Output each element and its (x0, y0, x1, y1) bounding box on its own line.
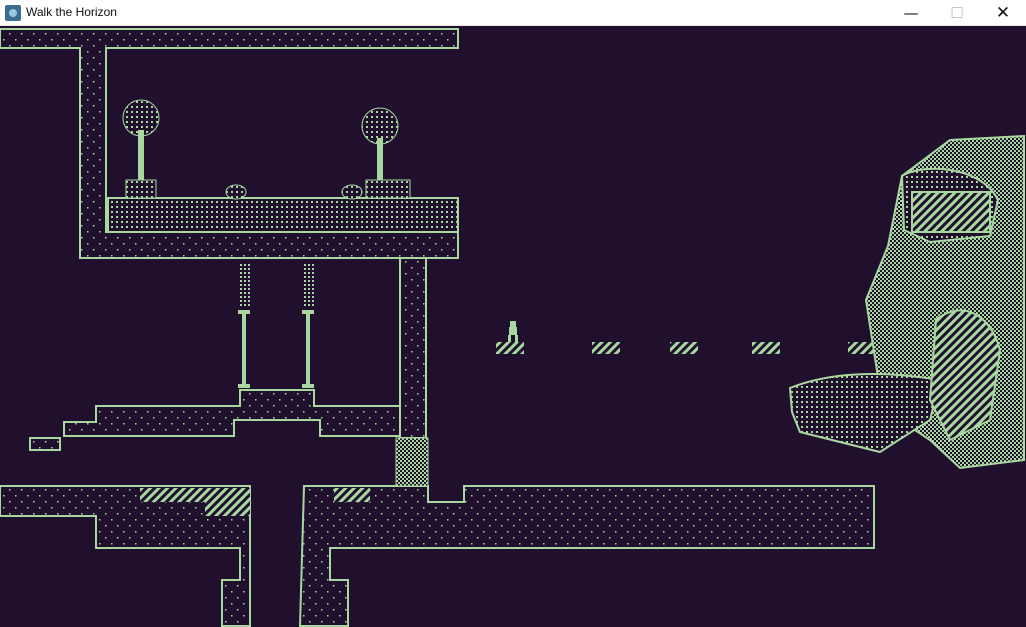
minimize-button[interactable]: — (888, 0, 934, 26)
platform-4 (752, 342, 780, 354)
game-scene (0, 28, 1025, 627)
game-window: Walk the Horizon — ☐ ✕ (0, 0, 1026, 627)
player-character (508, 321, 518, 342)
platform-5 (848, 342, 876, 354)
stairs-mid (63, 389, 401, 437)
platform-1 (496, 342, 524, 354)
hatched-tile-a (140, 488, 250, 502)
floor-right (298, 485, 875, 627)
checkered-door (395, 437, 429, 487)
support-wall (399, 257, 427, 439)
minimize-icon: — (903, 4, 919, 22)
title-bar[interactable]: Walk the Horizon — ☐ ✕ (0, 0, 1026, 26)
platform-3 (670, 342, 698, 354)
shrub-left (225, 184, 247, 200)
pillar-right (302, 262, 314, 388)
stair-left (29, 437, 61, 451)
game-viewport[interactable] (0, 26, 1026, 627)
pillar-left (238, 262, 250, 388)
hatched-tile-c (334, 488, 370, 502)
tree-left (122, 99, 160, 199)
app-icon (5, 5, 21, 21)
close-icon: ✕ (995, 3, 1011, 23)
maximize-button[interactable]: ☐ (934, 0, 980, 26)
maximize-icon: ☐ (950, 4, 964, 22)
giant-knight-statue (788, 134, 1025, 470)
floating-platforms (496, 342, 876, 354)
close-button[interactable]: ✕ (980, 0, 1026, 26)
window-title: Walk the Horizon (26, 5, 117, 19)
upper-floor (107, 197, 459, 233)
platform-2 (592, 342, 620, 354)
hatched-tile-b (205, 502, 250, 516)
shrub-right (341, 184, 363, 200)
tree-right (361, 107, 411, 199)
